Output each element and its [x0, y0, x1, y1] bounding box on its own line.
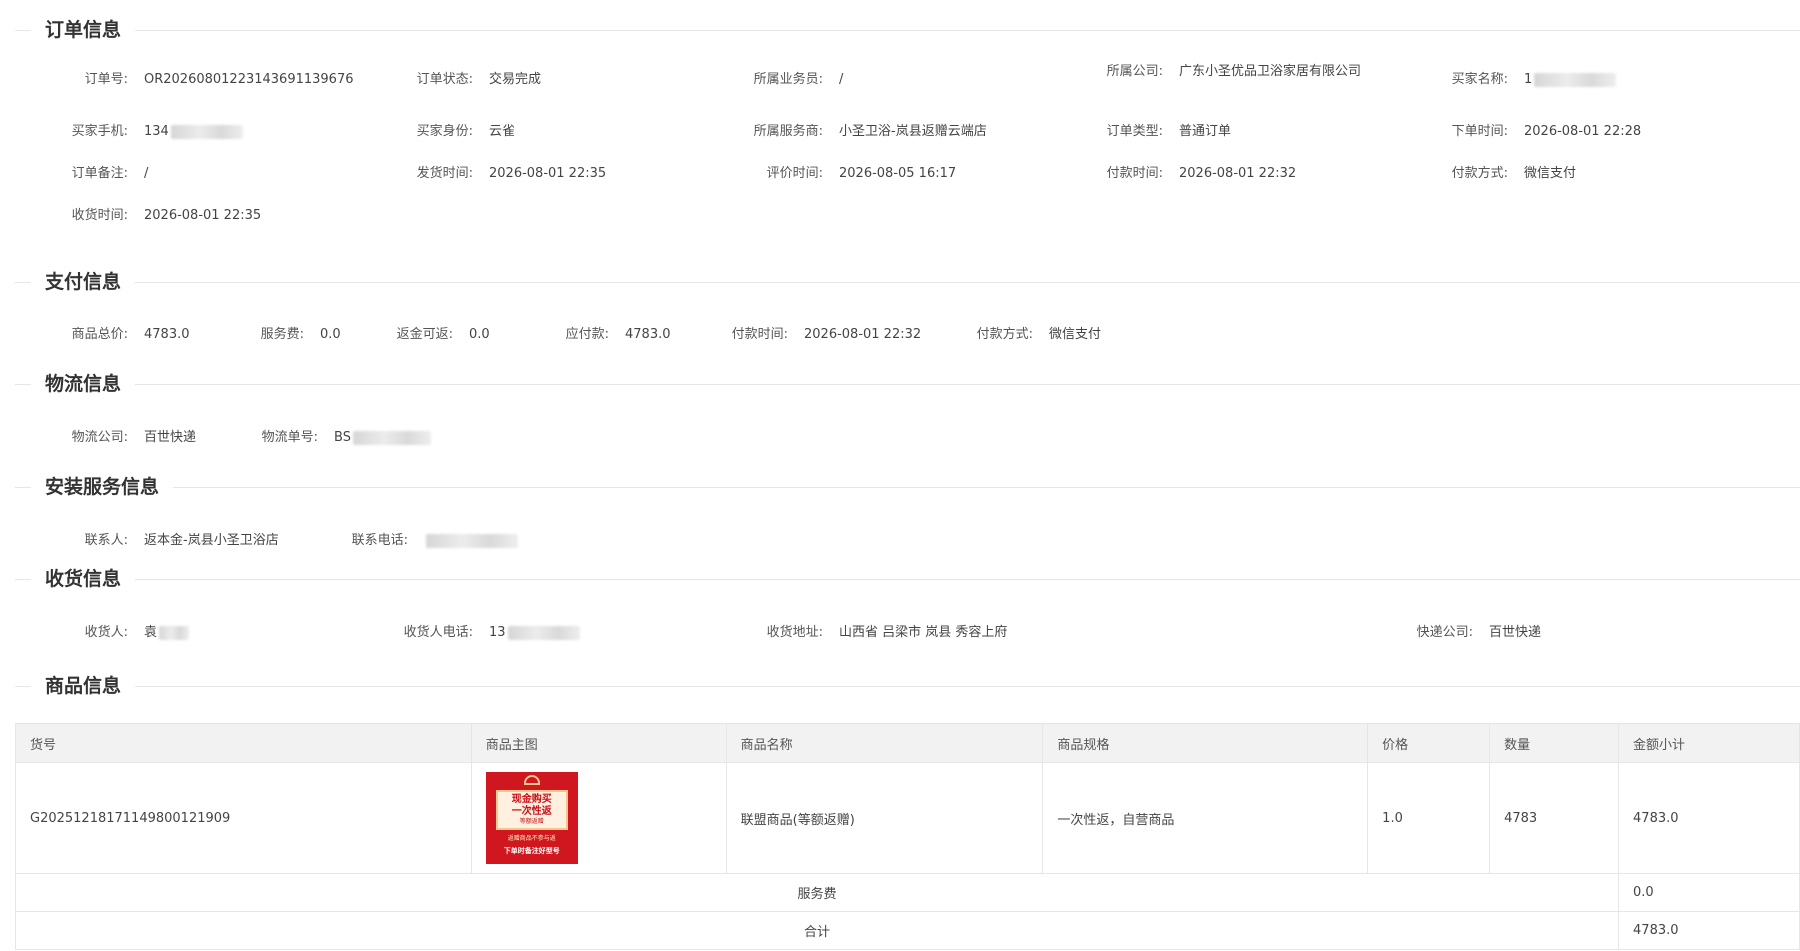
product-name-cell: 联盟商品(等额返赠): [725, 762, 1044, 874]
redacted-mask: [352, 430, 431, 445]
order-time-field: 下单时间 2026-08-01 22:28: [1420, 122, 1642, 141]
image-cell: 现金购买 一次性返 等额返赠 返赠商品不参与返 下单时备注好型号: [470, 762, 727, 874]
salesperson-field: 所属业务员 /: [715, 70, 844, 89]
column-header: 价格: [1367, 723, 1491, 763]
logistics-company-field: 物流公司 百世快递: [40, 428, 196, 447]
column-header: 货号: [15, 723, 472, 763]
redacted-mask: [1534, 72, 1617, 87]
product-spec-cell: 一次性返，自营商品: [1042, 762, 1369, 874]
section-heading: 订单信息: [31, 18, 136, 42]
buyer-phone-field: 买家手机 134: [40, 122, 243, 141]
pay-time-field: 付款时间 2026-08-01 22:32: [1075, 164, 1297, 183]
divider: [15, 579, 1800, 580]
payable-field: 应付款 4783.0: [530, 325, 671, 344]
buyer-identity-field: 买家身份 云雀: [385, 122, 515, 141]
section-heading: 支付信息: [31, 270, 136, 294]
tracking-no-field: 物流单号 BS: [230, 428, 431, 447]
product-thumbnail[interactable]: 现金购买 一次性返 等额返赠 返赠商品不参与返 下单时备注好型号: [485, 772, 578, 864]
total-value: 4783.0: [1618, 911, 1800, 950]
service-fee-label: 服务费: [14, 873, 1620, 912]
review-time-field: 评价时间 2026-08-05 16:17: [715, 164, 957, 183]
column-header: 数量: [1489, 723, 1620, 763]
receive-info-section-title: 收货信息: [15, 567, 1800, 591]
section-heading: 收货信息: [31, 567, 136, 591]
order-type-field: 订单类型 普通订单: [1075, 122, 1231, 141]
divider: [15, 686, 1800, 687]
receive-time-field: 收货时间 2026-08-01 22:35: [40, 206, 262, 225]
address-field: 收货地址 山西省 吕梁市 岚县 秀容上府: [715, 623, 1008, 642]
section-heading: 安装服务信息: [31, 475, 174, 499]
service-fee-value: 0.0: [1618, 873, 1800, 912]
column-header: 商品主图: [470, 723, 727, 763]
table-header-row: 货号 商品主图 商品名称 商品规格 价格 数量 金额小计: [15, 723, 1800, 763]
order-info-section-title: 订单信息: [15, 18, 1800, 42]
order-no-field: 订单号 OR20260801223143691139676: [40, 70, 354, 89]
service-fee-row: 服务费 0.0: [14, 873, 1800, 912]
express-company-field: 快递公司 百世快递: [1385, 623, 1541, 642]
install-info-section-title: 安装服务信息: [15, 475, 1800, 499]
redacted-mask: [170, 124, 243, 139]
order-no-value: OR20260801223143691139676: [144, 72, 354, 87]
column-header: 金额小计: [1618, 723, 1800, 763]
service-fee-field: 服务费 0.0: [230, 325, 341, 344]
service-provider-field: 所属服务商 小圣卫浴-岚县返赠云端店: [715, 122, 987, 141]
price-cell: 1.0: [1367, 762, 1491, 874]
rebate-field: 返金可返 0.0: [365, 325, 490, 344]
divider: [15, 384, 1800, 385]
total-label: 合计: [14, 911, 1620, 950]
logistics-info-section-title: 物流信息: [15, 372, 1800, 396]
total-row: 合计 4783.0: [14, 911, 1800, 950]
sku-cell: G20251218171149800121909: [15, 762, 472, 874]
column-header: 商品规格: [1042, 723, 1369, 763]
payment-info-section-title: 支付信息: [15, 270, 1800, 294]
goods-table: 货号 商品主图 商品名称 商品规格 价格 数量 金额小计 G2025121817…: [14, 723, 1800, 950]
contact-phone-field: 联系电话: [320, 531, 518, 550]
table-row: G20251218171149800121909 现金购买 一次性返 等额返赠 …: [15, 762, 1800, 874]
quantity-cell: 4783: [1489, 762, 1620, 874]
column-header: 商品名称: [725, 723, 1044, 763]
section-heading: 物流信息: [31, 372, 136, 396]
company-field: 所属公司 广东小圣优品卫浴家居有限公司: [1075, 62, 1363, 81]
subtotal-cell: 4783.0: [1618, 762, 1800, 874]
order-remark-field: 订单备注 /: [40, 164, 149, 183]
redacted-mask: [159, 625, 190, 640]
product-image-card: 现金购买 一次性返 等额返赠: [495, 790, 568, 830]
divider: [15, 282, 1800, 283]
receiver-phone-field: 收货人电话 13: [385, 623, 580, 642]
payment-pay-time-field: 付款时间 2026-08-01 22:32: [700, 325, 922, 344]
order-status-field: 订单状态 交易完成: [385, 70, 541, 89]
buyer-name-field: 买家名称 1: [1420, 70, 1617, 89]
divider: [15, 30, 1800, 31]
goods-info-section-title: 商品信息: [15, 674, 1800, 698]
gift-bow-icon: [523, 775, 540, 785]
goods-total-field: 商品总价 4783.0: [40, 325, 190, 344]
receiver-field: 收货人 袁: [40, 623, 190, 642]
payment-pay-method-field: 付款方式 微信支付: [945, 325, 1101, 344]
contact-field: 联系人 返本金-岚县小圣卫浴店: [40, 531, 279, 550]
redacted-mask: [507, 625, 580, 640]
redacted-mask: [426, 533, 518, 548]
section-heading: 商品信息: [31, 674, 136, 698]
ship-time-field: 发货时间 2026-08-01 22:35: [385, 164, 607, 183]
divider: [15, 487, 1800, 488]
pay-method-field: 付款方式 微信支付: [1420, 164, 1576, 183]
